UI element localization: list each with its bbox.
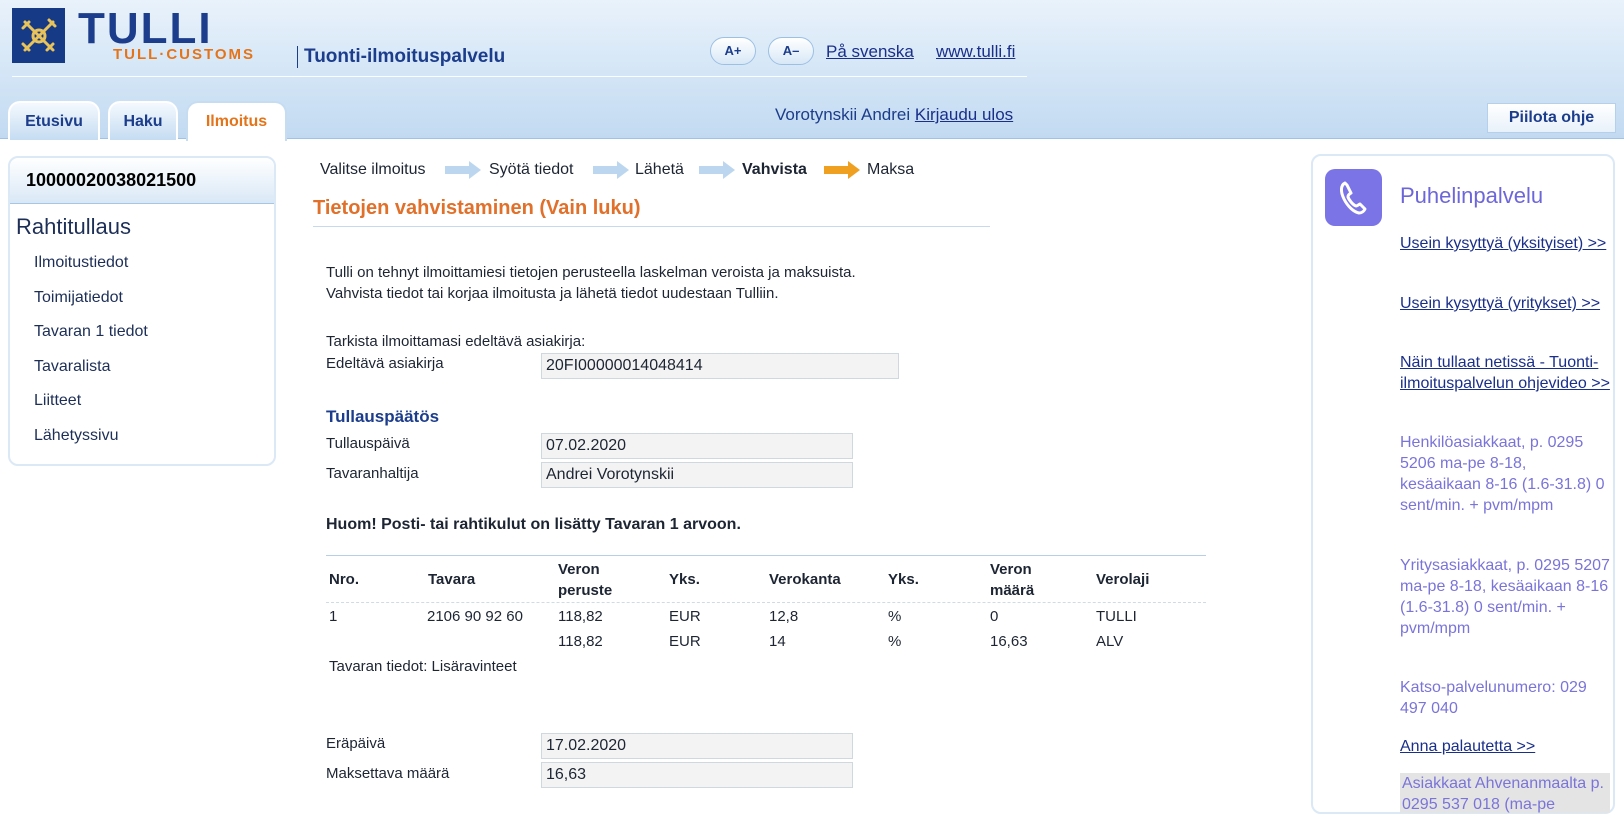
table-cell: 16,63: [990, 633, 1028, 650]
customs-date-field: 07.02.2020: [541, 433, 853, 459]
table-header-divider: [326, 602, 1206, 603]
customs-date-label: Tullauspäivä: [326, 435, 410, 452]
user-name: Vorotynskii Andrei: [775, 105, 911, 124]
due-date-label: Eräpäivä: [326, 735, 386, 752]
col-header-maara-line-2: määrä: [990, 582, 1035, 599]
step-arrow-icon: [593, 161, 629, 179]
col-header-peruste-line-1: Veron: [558, 561, 600, 578]
phone-service-title: Puhelinpalvelu: [1400, 183, 1544, 208]
title-divider: [313, 226, 990, 227]
logo-subtitle: TULL·CUSTOMS: [113, 46, 256, 63]
logout-link[interactable]: Kirjaudu ulos: [915, 105, 1013, 124]
table-cell: 12,8: [769, 608, 799, 625]
table-cell: 14: [769, 633, 786, 650]
table-cell: 0: [990, 608, 999, 625]
step-arrow-icon: [445, 161, 481, 179]
holder-label: Tavaranhaltija: [326, 465, 419, 482]
due-date-field: 17.02.2020: [541, 733, 853, 759]
tab-haku[interactable]: Haku: [108, 101, 178, 140]
tulli-site-link[interactable]: www.tulli.fi: [936, 42, 1015, 62]
private-customers-info: Henkilöasiakkaat, p. 0295 5206 ma-pe 8-1…: [1400, 434, 1605, 514]
feedback-link[interactable]: Anna palautetta >>: [1400, 736, 1610, 757]
col-header-yks-2: Yks.: [888, 571, 919, 588]
user-info: Vorotynskii Andrei Kirjaudu ulos: [775, 105, 1013, 125]
step-syota-tiedot: Syötä tiedot: [489, 161, 574, 178]
tab-etusivu[interactable]: Etusivu: [8, 101, 100, 140]
col-header-verokanta: Verokanta: [769, 571, 841, 588]
table-top-border: [326, 555, 1206, 556]
table-cell: 2106 90 92 60: [427, 608, 523, 625]
col-header-verolaji: Verolaji: [1096, 571, 1150, 588]
declaration-reference: 10000020038021500: [26, 170, 197, 190]
table-cell: 118,82: [558, 608, 603, 625]
prev-doc-field: 20FI00000014048414: [541, 353, 899, 379]
intro-line-1: Tulli on tehnyt ilmoittamiesi tietojen p…: [326, 264, 856, 281]
tulli-emblem-icon: [12, 8, 65, 63]
sidebar-item-tavaralista[interactable]: Tavaralista: [34, 358, 110, 376]
goods-info: Tavaran tiedot: Lisäravinteet: [329, 658, 517, 675]
business-customers-info: Yritysasiakkaat, p. 0295 5207 ma-pe 8-18…: [1400, 557, 1610, 637]
page-title: Tietojen vahvistaminen (Vain luku): [313, 197, 641, 219]
guide-video-link[interactable]: Näin tullaat netissä - Tuonti-ilmoituspa…: [1400, 352, 1610, 394]
swedish-language-link[interactable]: På svenska: [826, 42, 914, 62]
declaration-reference-box: 10000020038021500: [10, 158, 274, 204]
decision-heading: Tullauspäätös: [326, 407, 440, 426]
amount-field: 16,63: [541, 762, 853, 788]
sidebar: 10000020038021500 Rahtitullaus Ilmoitust…: [8, 156, 276, 466]
table-cell: %: [888, 633, 902, 650]
check-instruction: Tarkista ilmoittamasi edeltävä asiakirja…: [326, 333, 586, 350]
table-cell: %: [888, 608, 902, 625]
sidebar-item-ilmoitustiedot[interactable]: Ilmoitustiedot: [34, 254, 128, 272]
sidebar-item-tavaran-1-tiedot[interactable]: Tavaran 1 tiedot: [34, 323, 148, 341]
step-valitse-ilmoitus: Valitse ilmoitus: [320, 161, 426, 178]
prev-doc-label: Edeltävä asiakirja: [326, 355, 444, 372]
col-header-veron-maara: Veron määrä: [990, 559, 1034, 601]
col-header-nro: Nro.: [329, 571, 359, 588]
table-cell: EUR: [669, 633, 701, 650]
font-larger-button[interactable]: A+: [710, 37, 756, 65]
step-arrow-icon: [699, 161, 735, 179]
table-cell: ALV: [1096, 633, 1124, 650]
holder-field: Andrei Vorotynskii: [541, 462, 853, 488]
col-header-yks-1: Yks.: [669, 571, 700, 588]
step-maksa: Maksa: [867, 161, 915, 178]
service-name: Tuonti-ilmoituspalvelu: [304, 46, 506, 67]
sidebar-title: Rahtitullaus: [16, 214, 131, 239]
page-header: TULLI TULL·CUSTOMS Tuonti-ilmoituspalvel…: [0, 0, 1624, 141]
katso-service-number: Katso-palvelunumero: 029 497 040: [1400, 679, 1587, 717]
sidebar-item-toimijatiedot[interactable]: Toimijatiedot: [34, 289, 123, 307]
shipping-cost-note: Huom! Posti- tai rahtikulut on lisätty T…: [326, 516, 741, 533]
step-arrow-active-icon: [824, 161, 860, 179]
aland-customers-info: Asiakkaat Ahvenanmaalta p. 0295 537 018 …: [1400, 773, 1610, 813]
amount-label: Maksettava määrä: [326, 765, 450, 782]
col-header-maara-line-1: Veron: [990, 561, 1032, 578]
table-cell: EUR: [669, 608, 701, 625]
table-cell: 1: [329, 608, 338, 625]
col-header-veron-peruste: Veron peruste: [558, 559, 612, 601]
faq-private-link[interactable]: Usein kysyttyä (yksityiset) >>: [1400, 233, 1610, 254]
table-cell: 118,82: [558, 633, 603, 650]
logo-divider: [297, 46, 298, 68]
font-smaller-button[interactable]: A–: [768, 37, 814, 65]
header-divider: [12, 76, 1027, 77]
col-header-peruste-line-2: peruste: [558, 582, 613, 599]
table-cell: TULLI: [1096, 608, 1137, 625]
intro-line-2: Vahvista tiedot tai korjaa ilmoitusta ja…: [326, 285, 779, 302]
step-vahvista: Vahvista: [742, 161, 807, 178]
tab-ilmoitus[interactable]: Ilmoitus: [186, 101, 287, 141]
phone-icon: [1325, 169, 1382, 226]
step-laheta: Lähetä: [635, 161, 684, 178]
sidebar-item-liitteet[interactable]: Liitteet: [34, 392, 81, 410]
sidebar-item-lahetyssivu[interactable]: Lähetyssivu: [34, 427, 119, 445]
faq-business-link[interactable]: Usein kysyttyä (yritykset) >>: [1400, 293, 1610, 314]
hide-help-button[interactable]: Piilota ohje: [1487, 103, 1616, 133]
col-header-tavara: Tavara: [428, 571, 476, 588]
